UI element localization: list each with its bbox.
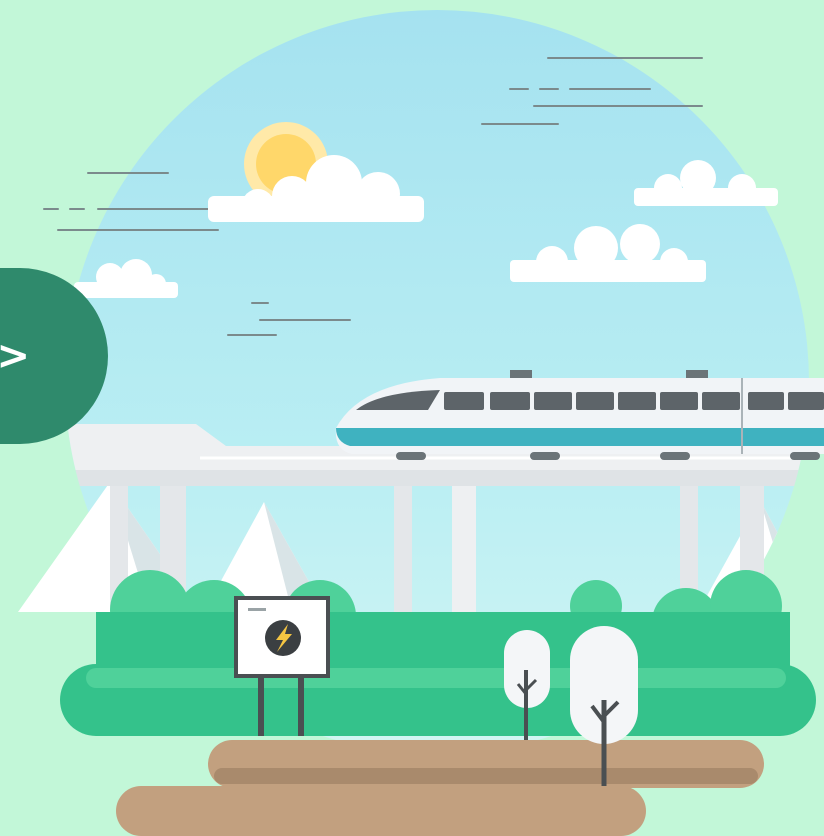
train-illustration [18, 10, 824, 836]
next-arrow-icon: > [0, 333, 30, 379]
ground [116, 740, 764, 836]
hedge-highlight [86, 668, 786, 688]
train-windows [444, 392, 824, 410]
train [335, 370, 824, 460]
